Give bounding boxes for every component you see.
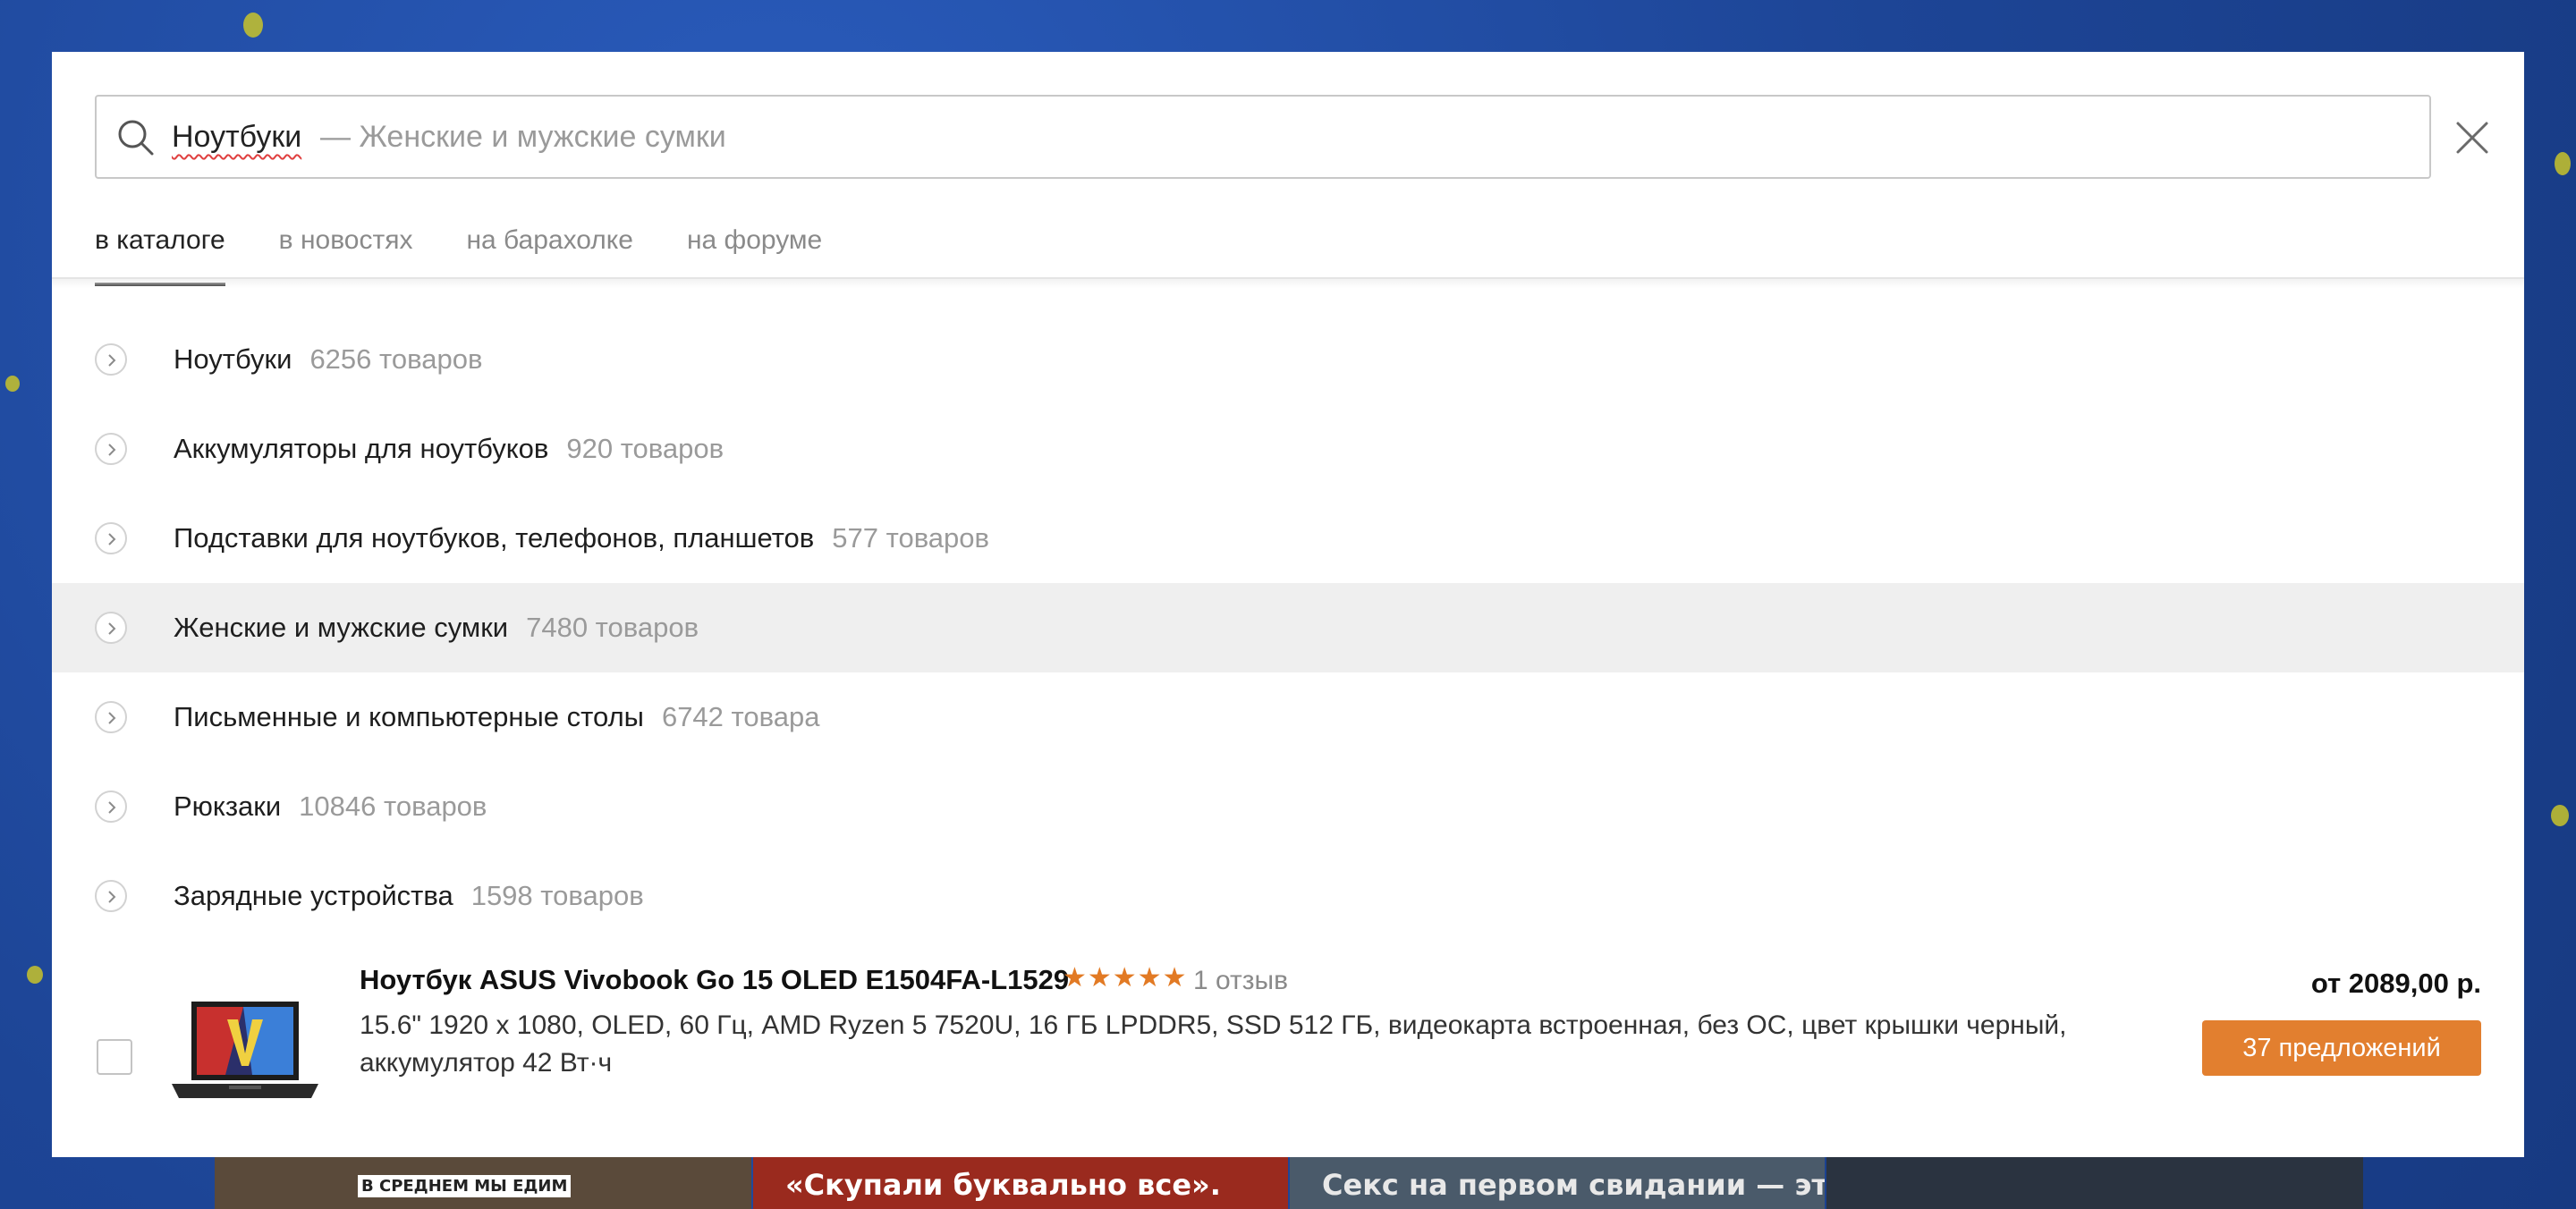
- background-coin: [2555, 152, 2571, 175]
- chevron-right-icon: [95, 343, 127, 376]
- category-count: 6742 товара: [661, 701, 820, 732]
- background-news-card[interactable]: [1826, 1155, 2363, 1209]
- tabs-shadow: [52, 279, 2524, 288]
- search-modal: Ноутбуки — Женские и мужские сумки в кат…: [52, 52, 2524, 1157]
- background-news-title: Секс на первом свидании — это: [1322, 1168, 1825, 1202]
- category-count: 6256 товаров: [309, 343, 483, 375]
- background-coin: [27, 966, 43, 984]
- rating-stars: ★★★★★: [1063, 963, 1188, 993]
- background-coin: [5, 376, 20, 392]
- search-input[interactable]: Ноутбуки — Женские и мужские сумки: [95, 95, 2431, 179]
- search-query[interactable]: Ноутбуки: [172, 120, 301, 155]
- category-count: 10846 товаров: [299, 790, 487, 822]
- category-name: Письменные и компьютерные столы 6742 това…: [174, 701, 819, 733]
- reviews-link[interactable]: 1 отзыв: [1193, 966, 1288, 996]
- chevron-right-icon: [95, 790, 127, 823]
- category-label: Аккумуляторы для ноутбуков: [174, 433, 549, 464]
- category-item[interactable]: Ноутбуки 6256 товаров: [52, 315, 2524, 404]
- background-news-title: В СРЕДНЕМ МЫ ЕДИМ: [358, 1175, 572, 1197]
- search-suggestion: — Женские и мужские сумки: [320, 120, 726, 154]
- category-item[interactable]: Письменные и компьютерные столы 6742 това…: [52, 672, 2524, 762]
- product-result: Ноутбук ASUS Vivobook Go 15 OLED E1504FA…: [52, 946, 2524, 1157]
- category-name: Зарядные устройства 1598 товаров: [174, 880, 644, 912]
- category-count: 7480 товаров: [526, 612, 699, 643]
- category-label: Письменные и компьютерные столы: [174, 701, 644, 732]
- category-item[interactable]: Подставки для ноутбуков, телефонов, план…: [52, 494, 2524, 583]
- compare-checkbox[interactable]: [97, 1039, 132, 1075]
- chevron-right-icon: [95, 433, 127, 465]
- category-name: Ноутбуки 6256 товаров: [174, 343, 482, 376]
- search-icon: [118, 120, 154, 156]
- laptop-image[interactable]: [172, 998, 318, 1103]
- background-news-title: «Скупали буквально все».: [785, 1168, 1221, 1202]
- chevron-right-icon: [95, 701, 127, 733]
- background-coin: [2551, 805, 2569, 826]
- chevron-right-icon: [95, 522, 127, 554]
- category-item[interactable]: Женские и мужские сумки 7480 товаров: [52, 583, 2524, 672]
- category-name: Аккумуляторы для ноутбуков 920 товаров: [174, 433, 724, 465]
- category-count: 1598 товаров: [470, 880, 644, 911]
- background-news-card[interactable]: «Скупали буквально все».: [753, 1155, 1288, 1209]
- background-news-card[interactable]: Секс на первом свидании — это: [1290, 1155, 1825, 1209]
- category-label: Ноутбуки: [174, 343, 292, 375]
- product-price[interactable]: от 2089,00 р.: [2311, 968, 2481, 1000]
- category-name: Рюкзаки 10846 товаров: [174, 790, 487, 823]
- category-results: Ноутбуки 6256 товаров Аккумуляторы для но…: [52, 315, 2524, 941]
- offers-button[interactable]: 37 предложений: [2202, 1020, 2481, 1076]
- close-icon[interactable]: [2453, 118, 2492, 157]
- category-label: Рюкзаки: [174, 790, 282, 822]
- category-item[interactable]: Аккумуляторы для ноутбуков 920 товаров: [52, 404, 2524, 494]
- category-name: Подставки для ноутбуков, телефонов, план…: [174, 522, 989, 554]
- category-name: Женские и мужские сумки 7480 товаров: [174, 612, 699, 644]
- chevron-right-icon: [95, 612, 127, 644]
- product-title[interactable]: Ноутбук ASUS Vivobook Go 15 OLED E1504FA…: [360, 964, 1069, 996]
- background-news-card[interactable]: В СРЕДНЕМ МЫ ЕДИМ: [215, 1155, 751, 1209]
- category-count: 577 товаров: [832, 522, 990, 554]
- category-item[interactable]: Зарядные устройства 1598 товаров: [52, 851, 2524, 941]
- product-description: 15.6" 1920 x 1080, OLED, 60 Гц, AMD Ryze…: [360, 1010, 2067, 1078]
- category-count: 920 товаров: [566, 433, 724, 464]
- chevron-right-icon: [95, 880, 127, 912]
- category-label: Зарядные устройства: [174, 880, 453, 911]
- background-coin: [243, 13, 263, 38]
- category-label: Женские и мужские сумки: [174, 612, 509, 643]
- category-item[interactable]: Рюкзаки 10846 товаров: [52, 762, 2524, 851]
- category-label: Подставки для ноутбуков, телефонов, план…: [174, 522, 815, 554]
